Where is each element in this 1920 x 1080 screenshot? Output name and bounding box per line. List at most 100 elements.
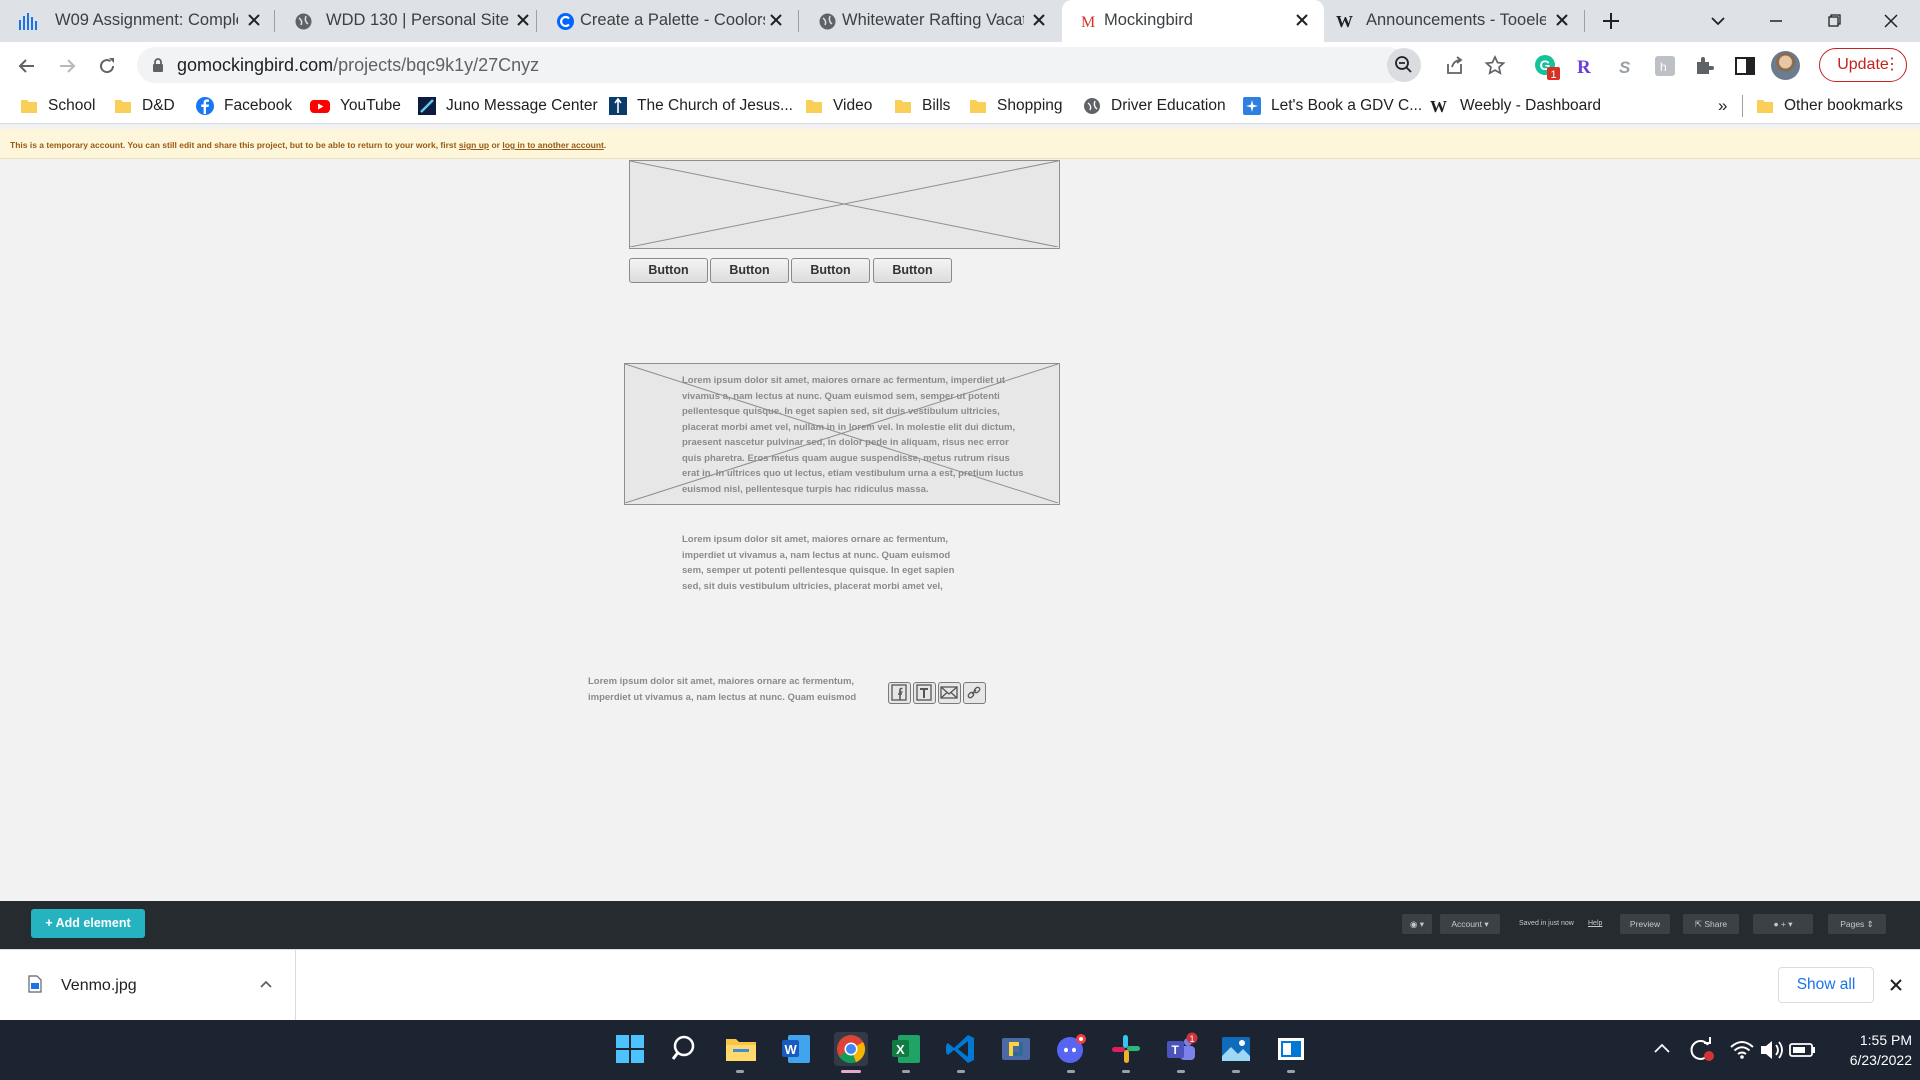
photos-icon[interactable] (1219, 1032, 1253, 1066)
tab-mockingbird[interactable]: M Mockingbird (1062, 0, 1324, 42)
preview-button[interactable]: Preview (1620, 914, 1670, 934)
other-bookmarks[interactable]: Other bookmarks (1756, 94, 1903, 118)
tab-wdd130[interactable]: WDD 130 | Personal Site Pla (276, 0, 536, 42)
excel-icon[interactable]: X (889, 1032, 923, 1066)
search-icon[interactable] (669, 1032, 703, 1066)
tab-announcements[interactable]: W Announcements - Tooele D (1324, 0, 1584, 42)
chevron-up-icon[interactable] (257, 975, 275, 993)
wireframe-button[interactable]: Button (629, 258, 708, 283)
bookmark-church[interactable]: The Church of Jesus... (609, 94, 793, 118)
side-panel-icon[interactable] (1732, 53, 1758, 79)
close-tab-icon[interactable] (514, 11, 532, 29)
comments-dropdown[interactable]: ● + ▾ (1753, 914, 1813, 934)
bookmark-star-icon[interactable] (1482, 53, 1508, 79)
forward-icon[interactable] (54, 53, 80, 79)
bookmarks-overflow[interactable]: » (1718, 94, 1727, 118)
bookmark-driver-education[interactable]: Driver Education (1083, 94, 1226, 118)
app-icon[interactable] (1274, 1032, 1308, 1066)
volume-icon[interactable] (1755, 1033, 1789, 1067)
file-explorer-icon[interactable] (724, 1032, 758, 1066)
email-icon[interactable] (938, 682, 961, 704)
tab-whitewater[interactable]: Whitewater Rafting Vacation (800, 0, 1062, 42)
word-icon[interactable]: W (779, 1032, 813, 1066)
bookmark-gdv[interactable]: Let's Book a GDV C... (1243, 94, 1422, 118)
wireframe-button[interactable]: Button (873, 258, 952, 283)
update-button[interactable]: Update ⋮ (1819, 48, 1907, 82)
share-button[interactable]: ⇱ Share (1683, 914, 1739, 934)
visibility-dropdown[interactable]: ◉ ▾ (1402, 914, 1432, 934)
tab-coolors[interactable]: Create a Palette - Coolors (538, 0, 800, 42)
lock-icon[interactable] (151, 57, 165, 73)
tab-separator (536, 10, 537, 32)
bookmark-label: Other bookmarks (1784, 97, 1903, 114)
sync-icon[interactable] (1684, 1033, 1718, 1067)
new-tab-icon[interactable] (1596, 6, 1626, 36)
pages-dropdown[interactable]: Pages ⇕ (1828, 914, 1886, 934)
lorem-text-block[interactable]: Lorem ipsum dolor sit amet, maiores orna… (682, 373, 1027, 497)
bookmark-shopping[interactable]: Shopping (969, 94, 1063, 118)
add-element-button[interactable]: + Add element (31, 909, 145, 938)
footer-text[interactable]: Lorem ipsum dolor sit amet, maiores orna… (588, 674, 866, 705)
r-extension-icon[interactable]: R (1572, 53, 1598, 79)
python-icon[interactable] (999, 1032, 1033, 1066)
more-menu-icon[interactable]: ⋮ (1884, 49, 1900, 80)
svg-text:W: W (1336, 12, 1353, 31)
wireframe-button[interactable]: Button (791, 258, 870, 283)
s-extension-icon[interactable]: S (1612, 53, 1638, 79)
close-tab-icon[interactable] (245, 11, 263, 29)
sign-up-link[interactable]: sign up (459, 140, 489, 150)
restore-icon[interactable] (1819, 6, 1849, 36)
twitter-icon[interactable] (913, 682, 936, 704)
extension-box-icon[interactable]: h (1652, 53, 1678, 79)
system-clock[interactable]: 1:55 PM 6/23/2022 (1828, 1030, 1912, 1070)
share-icon[interactable] (1442, 53, 1468, 79)
minimize-icon[interactable] (1761, 6, 1791, 36)
wifi-icon[interactable] (1725, 1033, 1759, 1067)
svg-text:h: h (1660, 60, 1667, 74)
facebook-icon[interactable] (888, 682, 911, 704)
extensions-puzzle-icon[interactable] (1692, 53, 1718, 79)
vscode-icon[interactable] (944, 1032, 978, 1066)
profile-avatar[interactable] (1771, 51, 1800, 80)
battery-icon[interactable] (1786, 1033, 1820, 1067)
close-tab-icon[interactable] (1293, 11, 1311, 29)
bookmark-facebook[interactable]: Facebook (196, 94, 292, 118)
close-shelf-icon[interactable] (1887, 976, 1905, 994)
close-tab-icon[interactable] (1553, 11, 1571, 29)
address-bar[interactable]: gomockingbird.com/projects/bqc9k1y/27Cny… (137, 47, 1421, 83)
svg-text:R: R (1577, 57, 1591, 78)
reload-icon[interactable] (94, 53, 120, 79)
bookmark-bills[interactable]: Bills (894, 94, 950, 118)
slack-icon[interactable] (1109, 1032, 1143, 1066)
wireframe-canvas[interactable]: Button Button Button Button Lorem ipsum … (0, 160, 1920, 901)
image-placeholder-hero[interactable] (629, 160, 1060, 249)
wireframe-button[interactable]: Button (710, 258, 789, 283)
back-icon[interactable] (14, 53, 40, 79)
help-link[interactable]: Help (1588, 920, 1602, 927)
bookmark-youtube[interactable]: YouTube (310, 94, 401, 118)
tab-search-chevron-icon[interactable] (1703, 6, 1733, 36)
bookmark-juno[interactable]: Juno Message Center (418, 94, 598, 118)
show-all-button[interactable]: Show all (1778, 967, 1874, 1003)
tab-w09-assignment[interactable]: W09 Assignment: Complete (0, 0, 272, 42)
chevron-up-tray-icon[interactable] (1645, 1033, 1679, 1067)
close-window-icon[interactable] (1876, 6, 1906, 36)
windows-start-icon[interactable] (613, 1032, 647, 1066)
link-icon[interactable] (963, 682, 986, 704)
bookmark-school[interactable]: School (20, 94, 95, 118)
lorem-text-block[interactable]: Lorem ipsum dolor sit amet, maiores orna… (682, 532, 960, 594)
close-tab-icon[interactable] (767, 11, 785, 29)
bookmark-video[interactable]: Video (805, 94, 872, 118)
teams-icon[interactable]: T1 (1164, 1032, 1198, 1066)
bookmark-dnd[interactable]: D&D (114, 94, 175, 118)
grammarly-extension-icon[interactable]: G1 (1533, 53, 1560, 81)
account-dropdown[interactable]: Account ▾ (1440, 914, 1500, 934)
bookmark-weebly[interactable]: W Weebly - Dashboard (1430, 94, 1601, 118)
url-text[interactable]: gomockingbird.com/projects/bqc9k1y/27Cny… (177, 55, 539, 76)
login-link[interactable]: log in to another account (502, 140, 604, 150)
zoom-icon[interactable] (1387, 48, 1421, 82)
download-filename[interactable]: Venmo.jpg (61, 977, 137, 995)
close-tab-icon[interactable] (1030, 11, 1048, 29)
chrome-icon[interactable] (834, 1032, 868, 1066)
discord-icon[interactable] (1054, 1032, 1088, 1066)
